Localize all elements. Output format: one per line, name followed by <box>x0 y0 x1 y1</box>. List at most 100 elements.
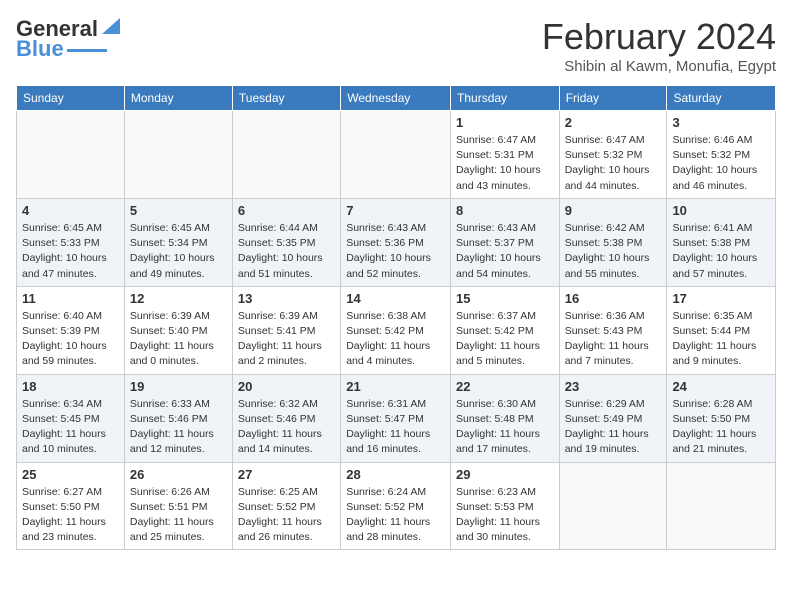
day-number: 6 <box>238 203 335 218</box>
calendar-cell: 17Sunrise: 6:35 AMSunset: 5:44 PMDayligh… <box>667 286 776 374</box>
day-number: 20 <box>238 379 335 394</box>
day-info: Sunrise: 6:41 AMSunset: 5:38 PMDaylight:… <box>672 221 770 282</box>
day-info: Sunrise: 6:45 AMSunset: 5:33 PMDaylight:… <box>22 221 119 282</box>
day-info: Sunrise: 6:30 AMSunset: 5:48 PMDaylight:… <box>456 397 554 458</box>
calendar-cell <box>559 462 667 550</box>
calendar-cell <box>124 111 232 199</box>
day-number: 18 <box>22 379 119 394</box>
day-info: Sunrise: 6:37 AMSunset: 5:42 PMDaylight:… <box>456 309 554 370</box>
day-number: 27 <box>238 467 335 482</box>
calendar-cell: 20 Sunrise: 6:32 AMSunset: 5:46 PMDayligh… <box>232 374 340 462</box>
calendar-cell: 6 Sunrise: 6:44 AMSunset: 5:35 PMDaylight… <box>232 198 340 286</box>
calendar-cell: 29 Sunrise: 6:23 AMSunset: 5:53 PMDayligh… <box>451 462 560 550</box>
calendar-cell: 3 Sunrise: 6:46 AMSunset: 5:32 PMDaylight… <box>667 111 776 199</box>
day-number: 24 <box>672 379 770 394</box>
day-number: 22 <box>456 379 554 394</box>
calendar-cell: 5Sunrise: 6:45 AMSunset: 5:34 PMDaylight… <box>124 198 232 286</box>
calendar-week-row: 11 Sunrise: 6:40 AMSunset: 5:39 PMDayligh… <box>17 286 776 374</box>
day-info: Sunrise: 6:32 AMSunset: 5:46 PMDaylight:… <box>238 397 335 458</box>
day-info: Sunrise: 6:42 AMSunset: 5:38 PMDaylight:… <box>565 221 662 282</box>
day-info: Sunrise: 6:35 AMSunset: 5:44 PMDaylight:… <box>672 309 770 370</box>
day-info: Sunrise: 6:38 AMSunset: 5:42 PMDaylight:… <box>346 309 445 370</box>
day-number: 11 <box>22 291 119 306</box>
month-title: February 2024 <box>542 16 776 58</box>
calendar-week-row: 1 Sunrise: 6:47 AMSunset: 5:31 PMDaylight… <box>17 111 776 199</box>
calendar-cell: 22 Sunrise: 6:30 AMSunset: 5:48 PMDayligh… <box>451 374 560 462</box>
day-header-tuesday: Tuesday <box>232 86 340 111</box>
calendar-week-row: 4Sunrise: 6:45 AMSunset: 5:33 PMDaylight… <box>17 198 776 286</box>
day-number: 25 <box>22 467 119 482</box>
calendar-cell: 16Sunrise: 6:36 AMSunset: 5:43 PMDayligh… <box>559 286 667 374</box>
day-number: 21 <box>346 379 445 394</box>
day-number: 15 <box>456 291 554 306</box>
calendar-cell: 12Sunrise: 6:39 AMSunset: 5:40 PMDayligh… <box>124 286 232 374</box>
day-info: Sunrise: 6:40 AMSunset: 5:39 PMDaylight:… <box>22 309 119 370</box>
day-header-sunday: Sunday <box>17 86 125 111</box>
calendar-cell: 19 Sunrise: 6:33 AMSunset: 5:46 PMDayligh… <box>124 374 232 462</box>
day-number: 3 <box>672 115 770 130</box>
calendar-cell: 15 Sunrise: 6:37 AMSunset: 5:42 PMDayligh… <box>451 286 560 374</box>
day-number: 9 <box>565 203 662 218</box>
calendar-week-row: 25Sunrise: 6:27 AMSunset: 5:50 PMDayligh… <box>17 462 776 550</box>
day-number: 19 <box>130 379 227 394</box>
day-info: Sunrise: 6:28 AMSunset: 5:50 PMDaylight:… <box>672 397 770 458</box>
day-number: 10 <box>672 203 770 218</box>
calendar-cell: 25Sunrise: 6:27 AMSunset: 5:50 PMDayligh… <box>17 462 125 550</box>
day-number: 13 <box>238 291 335 306</box>
calendar-cell: 26Sunrise: 6:26 AMSunset: 5:51 PMDayligh… <box>124 462 232 550</box>
calendar-cell: 8Sunrise: 6:43 AMSunset: 5:37 PMDaylight… <box>451 198 560 286</box>
calendar-cell <box>232 111 340 199</box>
day-info: Sunrise: 6:39 AMSunset: 5:41 PMDaylight:… <box>238 309 335 370</box>
day-info: Sunrise: 6:46 AMSunset: 5:32 PMDaylight:… <box>672 133 770 194</box>
day-info: Sunrise: 6:24 AMSunset: 5:52 PMDaylight:… <box>346 485 445 546</box>
day-info: Sunrise: 6:31 AMSunset: 5:47 PMDaylight:… <box>346 397 445 458</box>
day-number: 14 <box>346 291 445 306</box>
day-info: Sunrise: 6:47 AMSunset: 5:32 PMDaylight:… <box>565 133 662 194</box>
day-info: Sunrise: 6:29 AMSunset: 5:49 PMDaylight:… <box>565 397 662 458</box>
calendar-cell <box>17 111 125 199</box>
location-subtitle: Shibin al Kawm, Monufia, Egypt <box>542 58 776 75</box>
day-number: 12 <box>130 291 227 306</box>
calendar-cell: 2 Sunrise: 6:47 AMSunset: 5:32 PMDaylight… <box>559 111 667 199</box>
calendar-table: SundayMondayTuesdayWednesdayThursdayFrid… <box>16 85 776 550</box>
day-number: 7 <box>346 203 445 218</box>
day-info: Sunrise: 6:26 AMSunset: 5:51 PMDaylight:… <box>130 485 227 546</box>
day-info: Sunrise: 6:33 AMSunset: 5:46 PMDaylight:… <box>130 397 227 458</box>
day-info: Sunrise: 6:36 AMSunset: 5:43 PMDaylight:… <box>565 309 662 370</box>
calendar-cell: 1 Sunrise: 6:47 AMSunset: 5:31 PMDaylight… <box>451 111 560 199</box>
calendar-cell: 9 Sunrise: 6:42 AMSunset: 5:38 PMDaylight… <box>559 198 667 286</box>
day-number: 8 <box>456 203 554 218</box>
day-header-saturday: Saturday <box>667 86 776 111</box>
day-number: 29 <box>456 467 554 482</box>
calendar-cell: 27Sunrise: 6:25 AMSunset: 5:52 PMDayligh… <box>232 462 340 550</box>
calendar-cell: 21 Sunrise: 6:31 AMSunset: 5:47 PMDayligh… <box>341 374 451 462</box>
day-info: Sunrise: 6:44 AMSunset: 5:35 PMDaylight:… <box>238 221 335 282</box>
calendar-cell: 28 Sunrise: 6:24 AMSunset: 5:52 PMDayligh… <box>341 462 451 550</box>
calendar-cell: 24 Sunrise: 6:28 AMSunset: 5:50 PMDayligh… <box>667 374 776 462</box>
calendar-cell: 14 Sunrise: 6:38 AMSunset: 5:42 PMDayligh… <box>341 286 451 374</box>
day-header-thursday: Thursday <box>451 86 560 111</box>
calendar-cell: 4Sunrise: 6:45 AMSunset: 5:33 PMDaylight… <box>17 198 125 286</box>
day-info: Sunrise: 6:23 AMSunset: 5:53 PMDaylight:… <box>456 485 554 546</box>
day-number: 23 <box>565 379 662 394</box>
logo-blue-text: Blue <box>16 36 64 62</box>
calendar-cell: 10 Sunrise: 6:41 AMSunset: 5:38 PMDayligh… <box>667 198 776 286</box>
logo: General Blue <box>16 16 122 62</box>
logo-underline <box>67 49 107 52</box>
calendar-week-row: 18Sunrise: 6:34 AMSunset: 5:45 PMDayligh… <box>17 374 776 462</box>
day-number: 28 <box>346 467 445 482</box>
day-info: Sunrise: 6:43 AMSunset: 5:36 PMDaylight:… <box>346 221 445 282</box>
calendar-cell <box>341 111 451 199</box>
calendar-cell: 13 Sunrise: 6:39 AMSunset: 5:41 PMDayligh… <box>232 286 340 374</box>
day-info: Sunrise: 6:47 AMSunset: 5:31 PMDaylight:… <box>456 133 554 194</box>
day-header-wednesday: Wednesday <box>341 86 451 111</box>
day-number: 2 <box>565 115 662 130</box>
calendar-cell: 18Sunrise: 6:34 AMSunset: 5:45 PMDayligh… <box>17 374 125 462</box>
day-info: Sunrise: 6:45 AMSunset: 5:34 PMDaylight:… <box>130 221 227 282</box>
page-header: General Blue February 2024 Shibin al Kaw… <box>16 16 776 75</box>
calendar-cell: 7 Sunrise: 6:43 AMSunset: 5:36 PMDaylight… <box>341 198 451 286</box>
day-header-monday: Monday <box>124 86 232 111</box>
calendar-cell: 11 Sunrise: 6:40 AMSunset: 5:39 PMDayligh… <box>17 286 125 374</box>
calendar-cell <box>667 462 776 550</box>
day-number: 1 <box>456 115 554 130</box>
